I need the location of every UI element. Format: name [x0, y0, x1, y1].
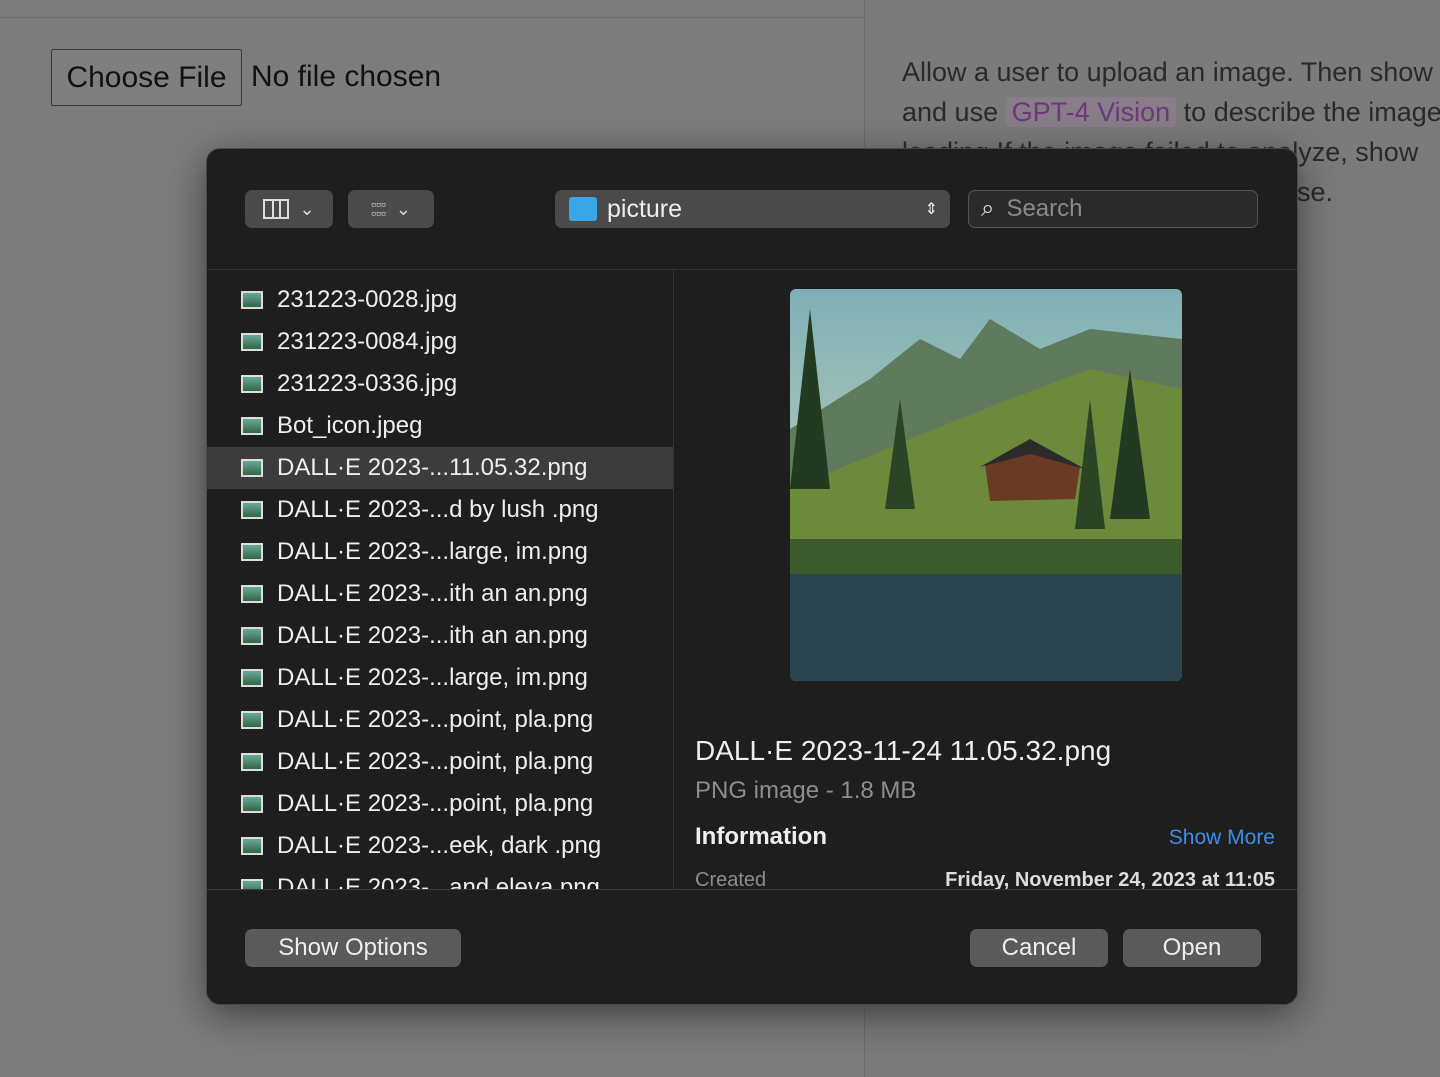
file-name: 231223-0084.jpg: [277, 328, 458, 355]
preview-image: [790, 289, 1182, 681]
file-list[interactable]: 231223-0028.jpg 231223-0084.jpg 231223-033…: [207, 270, 674, 889]
choose-file-button[interactable]: Choose File: [51, 49, 242, 106]
image-file-icon: [241, 753, 263, 771]
cancel-button[interactable]: Cancel: [970, 929, 1108, 967]
group-view-button[interactable]: ▫▫▫ ▫▫▫ ⌄: [348, 190, 434, 228]
file-name: DALL·E 2023-...point, pla.png: [277, 790, 594, 817]
file-name: DALL·E 2023-...d by lush .png: [277, 496, 599, 523]
image-file-icon: [241, 669, 263, 687]
file-name: DALL·E 2023-...ith an an.png: [277, 580, 588, 607]
image-file-icon: [241, 375, 263, 393]
file-list-item[interactable]: DALL·E 2023-...ith an an.png: [207, 573, 673, 615]
file-open-dialog: ⌄ ▫▫▫ ▫▫▫ ⌄ picture ⇕ ⌕ Search 231223-0028.j…: [206, 148, 1298, 1005]
file-name: 231223-0028.jpg: [277, 286, 458, 313]
image-file-icon: [241, 627, 263, 645]
column-view-button[interactable]: ⌄: [245, 190, 333, 228]
divider: [0, 17, 865, 18]
file-list-item[interactable]: DALL·E 2023-...and eleva.png: [207, 867, 673, 889]
columns-icon: [263, 199, 290, 219]
file-name: Bot_icon.jpeg: [277, 412, 423, 439]
updown-chevron-icon: ⇕: [924, 201, 938, 218]
file-name: DALL·E 2023-...and eleva.png: [277, 874, 600, 889]
grid-icon: ▫▫▫ ▫▫▫: [371, 196, 386, 221]
image-file-icon: [241, 585, 263, 603]
desc-line: Allow a user to upload an image. Then sh…: [902, 57, 1433, 87]
image-file-icon: [241, 291, 263, 309]
search-icon: ⌕: [981, 195, 995, 222]
file-list-item[interactable]: DALL·E 2023-...point, pla.png: [207, 783, 673, 825]
file-status: No file chosen: [251, 60, 442, 93]
chevron-down-icon: ⌄: [395, 198, 411, 219]
image-file-icon: [241, 459, 263, 477]
file-name: DALL·E 2023-...large, im.png: [277, 538, 588, 565]
preview-filename: DALL·E 2023-11-24 11.05.32.png: [695, 735, 1112, 766]
file-name: DALL·E 2023-...11.05.32.png: [277, 454, 588, 481]
desc-line: and use GPT-4 Vision to describe the ima…: [902, 92, 1440, 132]
folder-icon: [569, 197, 597, 221]
file-list-item[interactable]: DALL·E 2023-...ith an an.png: [207, 615, 673, 657]
file-name: DALL·E 2023-...point, pla.png: [277, 706, 594, 733]
file-name: 231223-0336.jpg: [277, 370, 458, 397]
image-file-icon: [241, 795, 263, 813]
gpt4-vision-link[interactable]: GPT-4 Vision: [1005, 97, 1177, 127]
show-options-button[interactable]: Show Options: [245, 929, 461, 967]
image-file-icon: [241, 417, 263, 435]
location-dropdown[interactable]: picture ⇕: [555, 190, 950, 228]
image-file-icon: [241, 501, 263, 519]
file-list-item[interactable]: 231223-0084.jpg: [207, 321, 673, 363]
open-button[interactable]: Open: [1123, 929, 1261, 967]
file-name: DALL·E 2023-...point, pla.png: [277, 748, 594, 775]
chevron-down-icon: ⌄: [299, 198, 315, 219]
file-name: DALL·E 2023-...ith an an.png: [277, 622, 588, 649]
location-label: picture: [607, 194, 683, 223]
show-more-link[interactable]: Show More: [1169, 826, 1275, 850]
file-list-item[interactable]: DALL·E 2023-...point, pla.png: [207, 741, 673, 783]
file-list-item[interactable]: DALL·E 2023-...large, im.png: [207, 657, 673, 699]
search-input[interactable]: ⌕ Search: [968, 190, 1258, 228]
preview-kind: PNG image - 1.8 MB: [695, 777, 917, 804]
file-name: DALL·E 2023-...eek, dark .png: [277, 832, 602, 859]
search-placeholder: Search: [1006, 195, 1083, 222]
image-file-icon: [241, 837, 263, 855]
file-list-item[interactable]: DALL·E 2023-...point, pla.png: [207, 699, 673, 741]
file-name: DALL·E 2023-...large, im.png: [277, 664, 588, 691]
desc-text: to describe the image: [1176, 97, 1440, 127]
image-file-icon: [241, 333, 263, 351]
information-heading: Information: [695, 823, 827, 850]
file-list-item[interactable]: DALL·E 2023-...large, im.png: [207, 531, 673, 573]
file-list-item[interactable]: DALL·E 2023-...11.05.32.png: [207, 447, 673, 489]
file-list-item[interactable]: DALL·E 2023-...eek, dark .png: [207, 825, 673, 867]
image-file-icon: [241, 711, 263, 729]
file-list-item[interactable]: 231223-0336.jpg: [207, 363, 673, 405]
file-list-item[interactable]: 231223-0028.jpg: [207, 279, 673, 321]
file-list-item[interactable]: DALL·E 2023-...d by lush .png: [207, 489, 673, 531]
file-list-item[interactable]: Bot_icon.jpeg: [207, 405, 673, 447]
image-file-icon: [241, 879, 263, 889]
image-file-icon: [241, 543, 263, 561]
desc-text: and use: [902, 97, 1006, 127]
